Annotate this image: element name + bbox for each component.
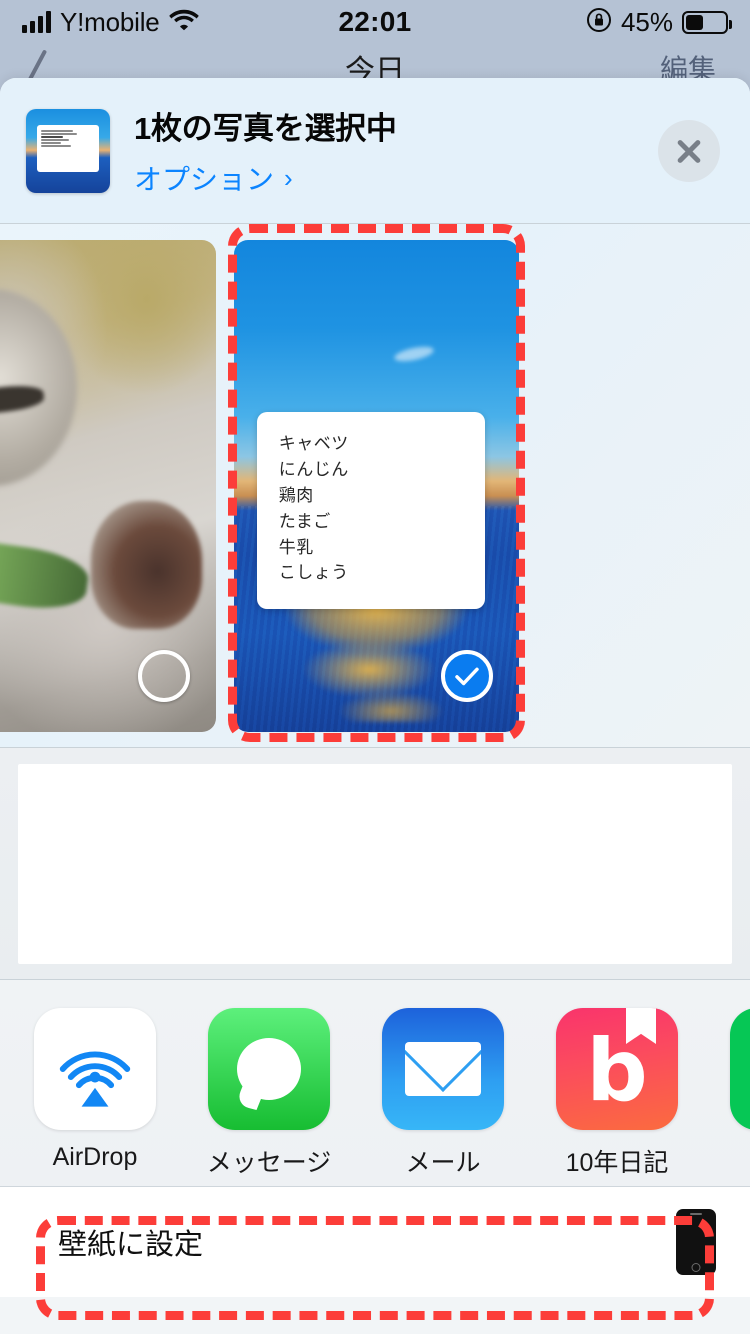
thumbnail-memo-card (36, 125, 100, 173)
airdrop-icon (34, 1008, 156, 1130)
share-target-line[interactable] (730, 1008, 750, 1143)
status-bar-right: 45% (375, 6, 732, 38)
memo-line: たまご (278, 511, 331, 532)
diary-glyph: b (586, 1021, 648, 1122)
envelope-shape (405, 1042, 481, 1096)
status-bar-left: Y!mobile (22, 7, 375, 38)
kitten-collar (0, 534, 92, 615)
close-button[interactable] (658, 119, 720, 182)
app-label: 10年日記 (565, 1149, 669, 1177)
line-icon (730, 1008, 750, 1130)
messages-icon (208, 1008, 330, 1130)
app-label: メッセージ (206, 1149, 332, 1177)
share-target-airdrop[interactable]: AirDrop (34, 1008, 156, 1172)
wifi-icon (168, 8, 199, 36)
battery-icon (682, 10, 732, 34)
share-target-mail[interactable]: メール (382, 1008, 504, 1179)
iphone-icon (676, 1209, 716, 1275)
battery-percent-label: 45% (620, 6, 673, 37)
photo-strip[interactable]: キャベツ にんじん 鶏肉 たまご 牛乳 こしょう (0, 224, 750, 748)
sunset-memo-photo[interactable]: キャベツ にんじん 鶏肉 たまご 牛乳 こしょう (234, 240, 519, 732)
suggestion-area (0, 748, 750, 980)
mail-icon (382, 1008, 504, 1130)
share-sheet-title: 1枚の写真を選択中 (134, 111, 397, 146)
options-link[interactable]: オプション › (134, 158, 293, 198)
kitten-paw (90, 500, 203, 629)
app-label: メール (405, 1149, 481, 1177)
empty-circle-icon[interactable] (138, 650, 190, 702)
action-set-as-wallpaper[interactable]: 壁紙に設定 (0, 1187, 750, 1297)
carrier-label: Y!mobile (60, 6, 160, 37)
suggestion-card (18, 763, 732, 964)
close-icon (674, 136, 704, 166)
app-share-row[interactable]: AirDrop メッセージ メール b 10年日記 (0, 980, 750, 1187)
memo-line: にんじん (278, 460, 349, 481)
memo-line: 牛乳 (278, 537, 314, 558)
share-target-ten-year-diary[interactable]: b 10年日記 (556, 1008, 678, 1179)
kitten-photo[interactable] (0, 240, 216, 732)
chevron-right-icon: › (284, 162, 293, 193)
action-label: 壁紙に設定 (58, 1229, 204, 1261)
share-sheet-header: 1枚の写真を選択中 オプション › (0, 78, 750, 224)
status-bar: Y!mobile 22:01 45% (0, 0, 750, 44)
rotation-lock-icon (586, 7, 612, 38)
cloud-wisp (392, 344, 435, 365)
share-target-messages[interactable]: メッセージ (206, 1008, 332, 1179)
options-label: オプション (134, 164, 275, 195)
memo-line: 鶏肉 (278, 485, 314, 506)
cellular-signal-icon (22, 11, 51, 33)
memo-card: キャベツ にんじん 鶏肉 たまご 牛乳 こしょう (256, 412, 485, 609)
share-sheet: 1枚の写真を選択中 オプション › キャベツ にんじん 鶏肉 たまご 牛乳 こし… (0, 78, 750, 1334)
memo-line: こしょう (278, 563, 349, 584)
app-label: AirDrop (52, 1143, 138, 1171)
blue-checkmark-icon[interactable] (441, 650, 493, 702)
speech-bubble-shape (237, 1038, 301, 1100)
share-sheet-header-text: 1枚の写真を選択中 オプション › (134, 103, 658, 198)
action-list: 壁紙に設定 (0, 1187, 750, 1297)
selected-photo-thumbnail (26, 108, 110, 193)
ten-year-diary-icon: b (556, 1008, 678, 1130)
memo-line: キャベツ (278, 434, 349, 455)
